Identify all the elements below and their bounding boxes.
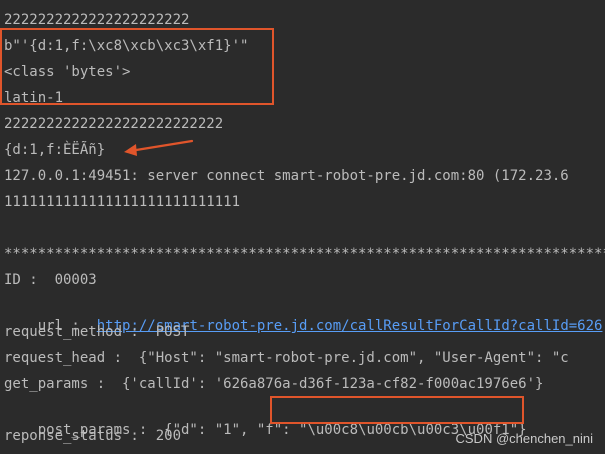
output-line: 22222222222222222222222222 bbox=[4, 116, 224, 132]
output-line-server-connect: 127.0.0.1:49451: server connect smart-ro… bbox=[4, 168, 569, 184]
annotation-arrow-icon bbox=[124, 139, 194, 156]
highlight-box-bytes bbox=[0, 28, 274, 105]
output-line-get-params: get_params : {'callId': '626a876a-d36f-1… bbox=[4, 376, 544, 392]
output-line-url: url : http://smart-robot-pre.jd.com/call… bbox=[4, 296, 603, 334]
output-line-separator: ****************************************… bbox=[4, 246, 605, 262]
output-line-request-method: request_method : POST bbox=[4, 324, 190, 340]
output-line-decoded: {d:1,f:ÈËÃñ} bbox=[4, 142, 106, 158]
output-line-id: ID : 00003 bbox=[4, 272, 97, 288]
output-line: 1111111111111111111111111111 bbox=[4, 194, 241, 210]
output-line-response-status: reponse_status : 200 bbox=[4, 428, 182, 444]
output-line: 2222222222222222222222 bbox=[4, 12, 190, 28]
highlight-box-post-params bbox=[270, 396, 524, 424]
console-output: 2222222222222222222222 b"'{d:1,f:\xc8\xc… bbox=[0, 0, 605, 454]
output-line-request-head: request_head : {"Host": "smart-robot-pre… bbox=[4, 350, 569, 366]
watermark: CSDN @chenchen_nini bbox=[455, 431, 594, 446]
